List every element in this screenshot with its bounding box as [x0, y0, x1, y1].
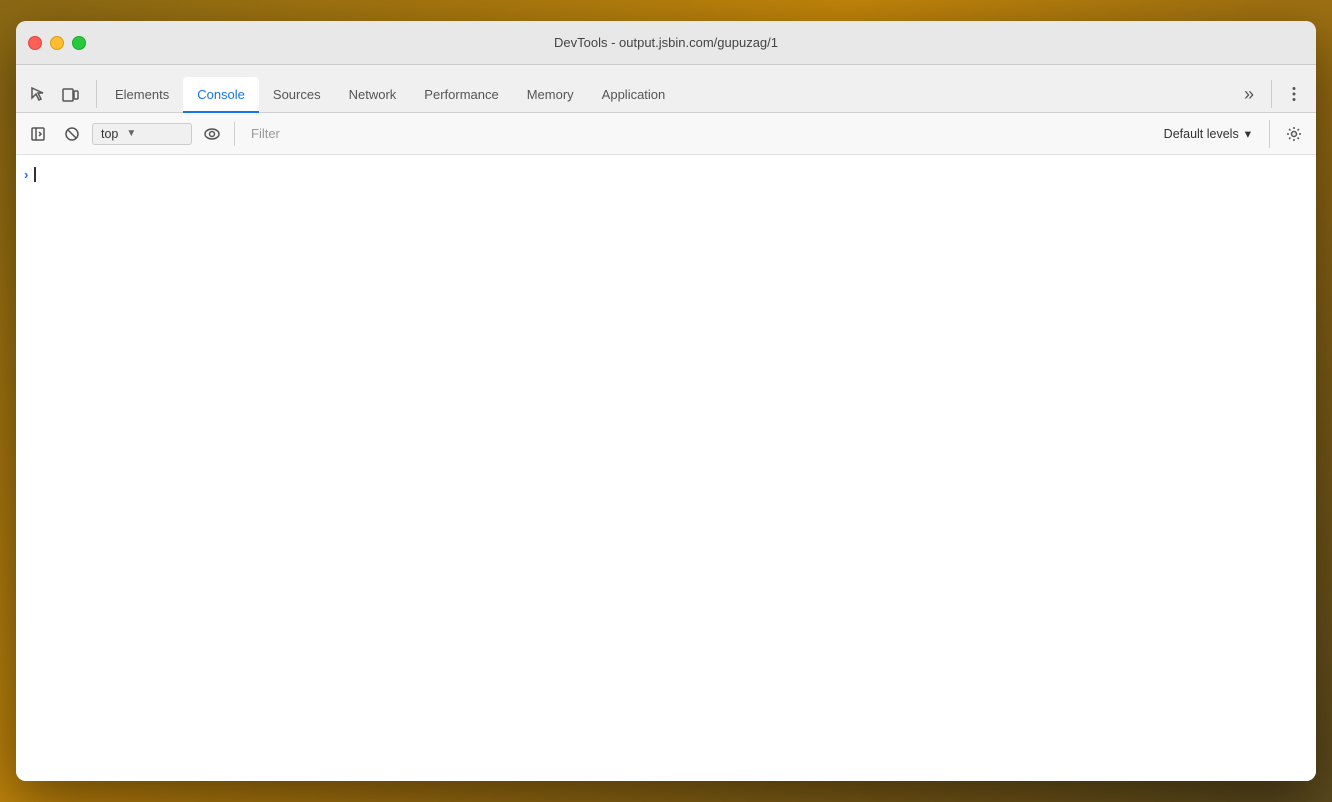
close-button[interactable]	[28, 36, 42, 50]
tab-console[interactable]: Console	[183, 77, 259, 113]
devtools-menu-icon[interactable]	[1280, 80, 1308, 108]
maximize-button[interactable]	[72, 36, 86, 50]
console-sidebar-toggle-icon[interactable]	[24, 120, 52, 148]
clear-console-icon[interactable]	[58, 120, 86, 148]
tab-bar-left-tools	[24, 80, 92, 108]
tab-bar-right-separator	[1271, 80, 1272, 108]
console-settings-icon[interactable]	[1280, 120, 1308, 148]
window-title: DevTools - output.jsbin.com/gupuzag/1	[554, 35, 778, 50]
console-cursor	[34, 167, 36, 182]
levels-dropdown-icon: ▾	[1245, 126, 1251, 141]
context-dropdown-icon: ▼	[126, 128, 136, 139]
context-value: top	[101, 127, 118, 141]
prompt-chevron-icon[interactable]: ›	[24, 167, 28, 182]
tab-bar: Elements Console Sources Network Perform…	[16, 65, 1316, 113]
tab-bar-separator	[96, 80, 97, 108]
inspect-element-icon[interactable]	[24, 80, 52, 108]
console-toolbar-separator	[234, 122, 235, 146]
tab-memory[interactable]: Memory	[513, 77, 588, 113]
traffic-lights	[28, 36, 86, 50]
tab-application[interactable]: Application	[588, 77, 680, 113]
title-bar: DevTools - output.jsbin.com/gupuzag/1	[16, 21, 1316, 65]
tabs-container: Elements Console Sources Network Perform…	[101, 77, 1235, 112]
tab-performance[interactable]: Performance	[410, 77, 512, 113]
console-toolbar-right-separator	[1269, 120, 1270, 148]
levels-label: Default levels	[1164, 127, 1239, 141]
console-content[interactable]: ›	[16, 155, 1316, 781]
tab-elements[interactable]: Elements	[101, 77, 183, 113]
console-toolbar: top ▼ Default levels ▾	[16, 113, 1316, 155]
device-toolbar-icon[interactable]	[56, 80, 84, 108]
tab-sources[interactable]: Sources	[259, 77, 335, 113]
filter-input[interactable]	[243, 122, 1150, 145]
javascript-context-selector[interactable]: top ▼	[92, 123, 192, 145]
tab-bar-right: »	[1235, 80, 1308, 108]
console-prompt-row: ›	[16, 163, 1316, 185]
tab-network[interactable]: Network	[335, 77, 411, 113]
more-tabs-icon[interactable]: »	[1235, 80, 1263, 108]
live-expressions-icon[interactable]	[198, 120, 226, 148]
devtools-window: DevTools - output.jsbin.com/gupuzag/1 El…	[16, 21, 1316, 781]
minimize-button[interactable]	[50, 36, 64, 50]
log-levels-selector[interactable]: Default levels ▾	[1156, 122, 1259, 145]
